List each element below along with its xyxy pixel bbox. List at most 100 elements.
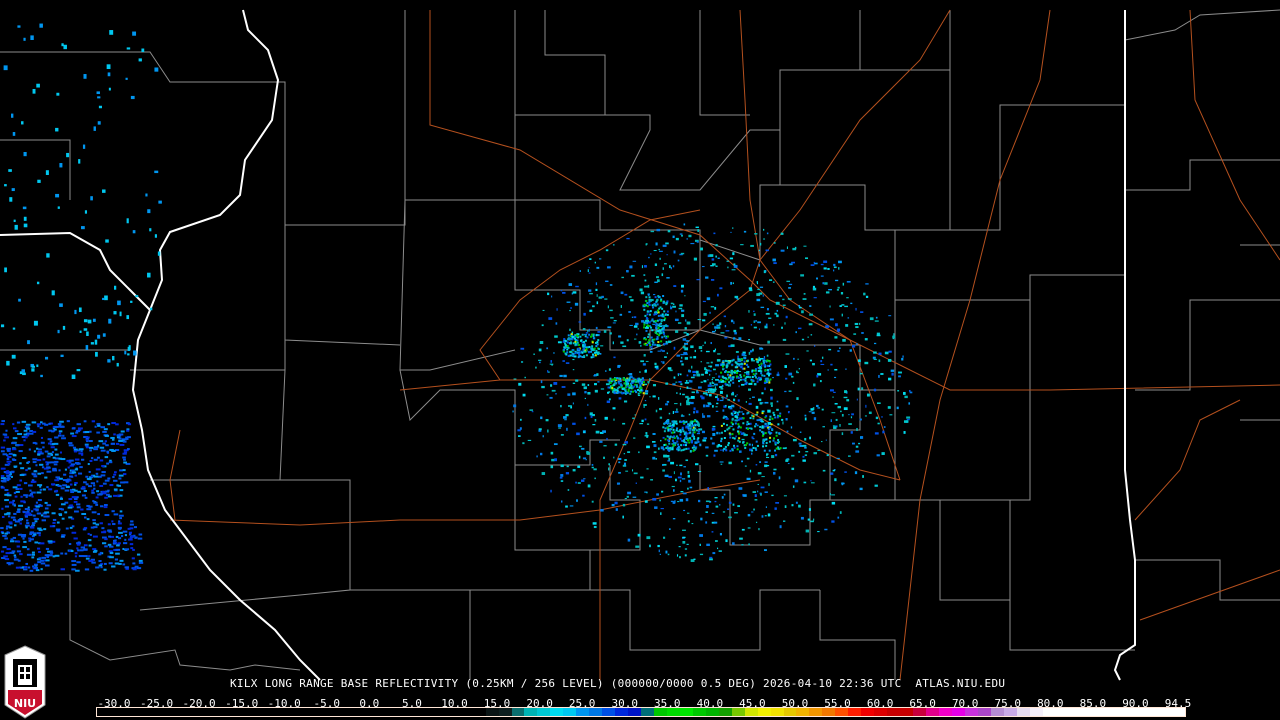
radar-echo (518, 382, 522, 386)
radar-echo (713, 521, 718, 524)
radar-echo (538, 348, 542, 352)
radar-echo (576, 335, 579, 338)
radar-echo (645, 316, 648, 319)
radar-echo (637, 389, 640, 392)
radar-echo (706, 362, 710, 364)
radar-echo (19, 444, 24, 447)
radar-echo (756, 281, 758, 284)
radar-echo (570, 307, 573, 309)
radar-echo (644, 369, 647, 373)
radar-echo (786, 280, 791, 282)
radar-echo (101, 464, 105, 467)
radar-echo (762, 228, 765, 231)
radar-echo (0, 485, 4, 488)
radar-echo (696, 432, 701, 435)
radar-echo (657, 326, 660, 329)
radar-echo (585, 458, 587, 461)
radar-echo (55, 489, 59, 492)
radar-echo (92, 535, 98, 538)
radar-echo (860, 311, 864, 313)
radar-echo (89, 449, 92, 452)
radar-echo (625, 380, 628, 383)
radar-map[interactable] (0, 0, 1280, 720)
radar-echo (834, 402, 838, 405)
radar-echo (717, 443, 721, 447)
radar-echo (702, 319, 706, 322)
radar-echo (134, 536, 138, 539)
radar-echo (620, 305, 622, 308)
radar-echo (68, 550, 71, 553)
radar-echo (782, 307, 784, 309)
radar-echo (855, 445, 859, 448)
radar-echo (608, 467, 610, 471)
radar-echo (76, 369, 81, 372)
radar-echo (635, 482, 637, 484)
radar-echo (743, 494, 747, 497)
radar-echo (97, 475, 102, 478)
radar-echo (12, 453, 16, 456)
radar-echo (635, 322, 639, 326)
radar-echo (601, 295, 604, 298)
radar-echo (720, 431, 723, 434)
radar-echo (622, 345, 627, 348)
radar-echo (128, 531, 133, 534)
radar-echo (697, 229, 700, 232)
radar-echo (644, 314, 647, 317)
radar-echo (802, 455, 805, 458)
radar-echo (136, 567, 142, 570)
radar-echo (23, 439, 26, 442)
radar-echo (685, 380, 688, 382)
radar-echo (820, 441, 823, 443)
radar-echo (126, 315, 130, 320)
radar-echo (10, 538, 14, 541)
radar-echo (746, 442, 749, 445)
radar-echo (672, 235, 675, 239)
radar-echo (746, 477, 751, 481)
radar-echo (803, 245, 807, 247)
radar-echo (602, 430, 607, 433)
radar-echo (828, 288, 832, 291)
radar-echo (744, 379, 747, 382)
radar-echo (599, 440, 603, 443)
radar-echo (722, 422, 725, 425)
radar-echo (664, 438, 667, 441)
radar-echo (659, 499, 661, 502)
radar-echo (794, 479, 799, 483)
radar-echo (691, 433, 694, 436)
radar-echo (103, 506, 108, 509)
radar-echo (107, 359, 111, 363)
radar-echo (23, 151, 27, 157)
radar-echo (618, 457, 622, 461)
radar-echo (693, 446, 696, 449)
radar-echo (519, 418, 522, 421)
radar-echo (56, 92, 60, 96)
radar-echo (59, 477, 63, 480)
colorbar-swatch (783, 708, 797, 716)
radar-echo (724, 382, 727, 385)
radar-echo (597, 381, 600, 383)
radar-echo (738, 370, 742, 372)
radar-echo (575, 379, 579, 382)
radar-echo (32, 430, 37, 433)
radar-echo (61, 437, 66, 440)
colorbar-swatch (900, 708, 914, 716)
radar-echo (791, 454, 795, 457)
radar-echo (634, 389, 637, 392)
radar-echo (594, 354, 597, 357)
colorbar-swatch (278, 708, 292, 716)
radar-echo (711, 378, 713, 381)
radar-echo (707, 384, 712, 388)
radar-echo (645, 319, 648, 322)
radar-echo (579, 355, 582, 358)
radar-echo (745, 381, 748, 384)
radar-echo (639, 288, 643, 292)
radar-echo (664, 263, 667, 265)
radar-echo (52, 456, 56, 459)
colorbar-swatch (653, 708, 667, 716)
radar-echo (104, 545, 108, 548)
colorbar-swatch (161, 708, 175, 716)
radar-echo (4, 505, 10, 508)
radar-echo (764, 461, 768, 463)
radar-echo (88, 559, 94, 562)
radar-echo (547, 370, 549, 373)
